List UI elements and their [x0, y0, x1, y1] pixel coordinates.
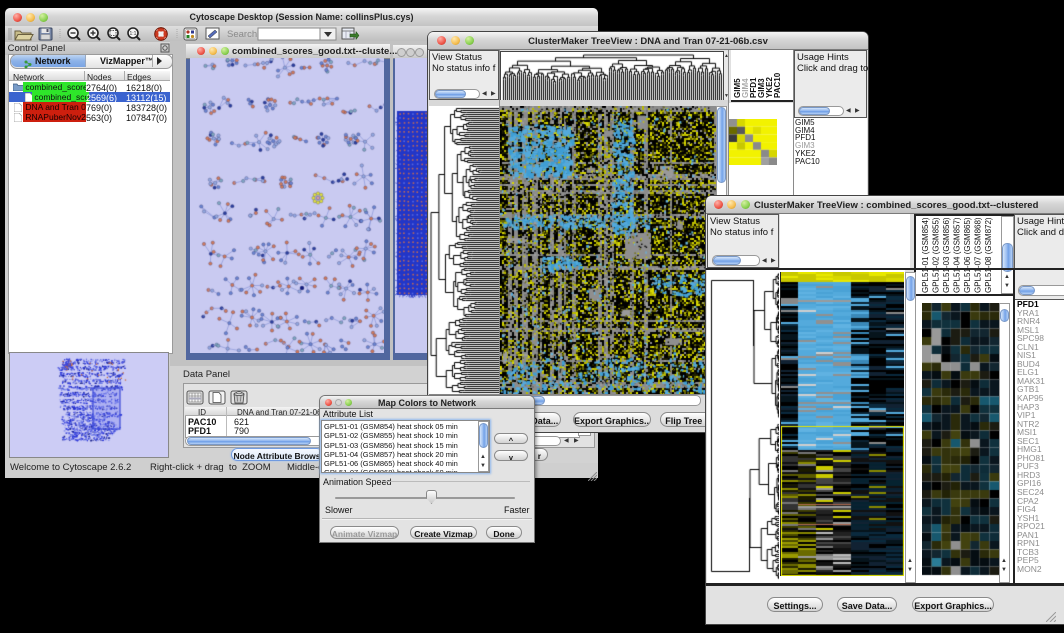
svg-text:GPL51-02 (GSM855): GPL51-02 (GSM855): [932, 217, 941, 293]
svg-text:GPL51-06 (GSM865): GPL51-06 (GSM865): [963, 217, 972, 293]
svg-text:GPL51-01 (GSM854): GPL51-01 (GSM854): [921, 217, 930, 293]
svg-text:GPL51-08 (GSM872): GPL51-08 (GSM872): [984, 217, 993, 293]
svg-text:Search:: Search:: [227, 29, 260, 40]
svg-text:PAC10: PAC10: [773, 72, 782, 98]
svg-text:GPL51-07 (GSM868): GPL51-07 (GSM868): [974, 217, 983, 293]
svg-text:1:1: 1:1: [130, 31, 137, 37]
svg-text:GPL51-04 (GSM857): GPL51-04 (GSM857): [953, 217, 962, 293]
svg-text:GPL51-03 (GSM856): GPL51-03 (GSM856): [942, 217, 951, 293]
